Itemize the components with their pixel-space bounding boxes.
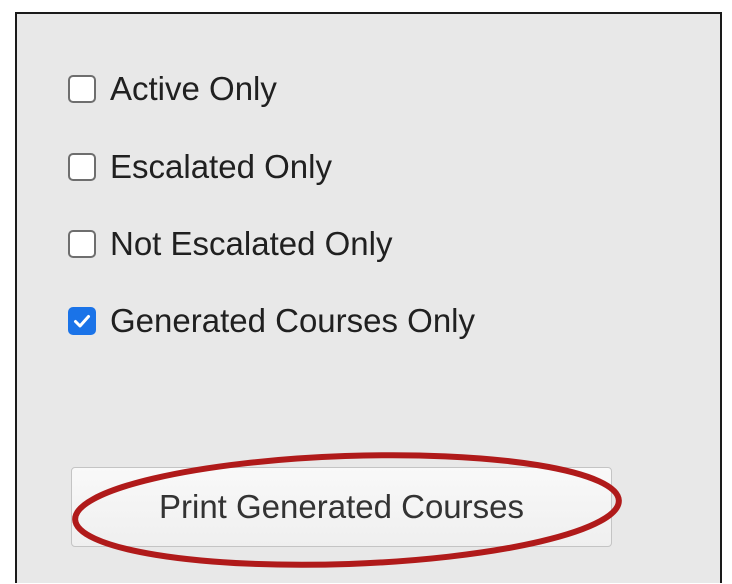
filter-not-escalated-only[interactable]: Not Escalated Only — [68, 224, 668, 264]
generated-courses-only-label[interactable]: Generated Courses Only — [110, 301, 475, 341]
not-escalated-only-label[interactable]: Not Escalated Only — [110, 224, 392, 264]
escalated-only-checkbox[interactable] — [68, 153, 96, 181]
active-only-checkbox[interactable] — [68, 75, 96, 103]
filter-panel: Active Only Escalated Only Not Escalated… — [15, 12, 722, 583]
checkmark-icon — [74, 315, 90, 328]
escalated-only-label[interactable]: Escalated Only — [110, 147, 332, 187]
filter-escalated-only[interactable]: Escalated Only — [68, 147, 668, 187]
not-escalated-only-checkbox[interactable] — [68, 230, 96, 258]
filter-active-only[interactable]: Active Only — [68, 69, 668, 109]
active-only-label[interactable]: Active Only — [110, 69, 277, 109]
print-button-label: Print Generated Courses — [158, 488, 524, 525]
generated-courses-only-checkbox[interactable] — [68, 307, 96, 335]
filter-generated-courses-only[interactable]: Generated Courses Only — [68, 301, 668, 341]
print-generated-courses-button[interactable]: Print Generated Courses — [71, 467, 612, 547]
